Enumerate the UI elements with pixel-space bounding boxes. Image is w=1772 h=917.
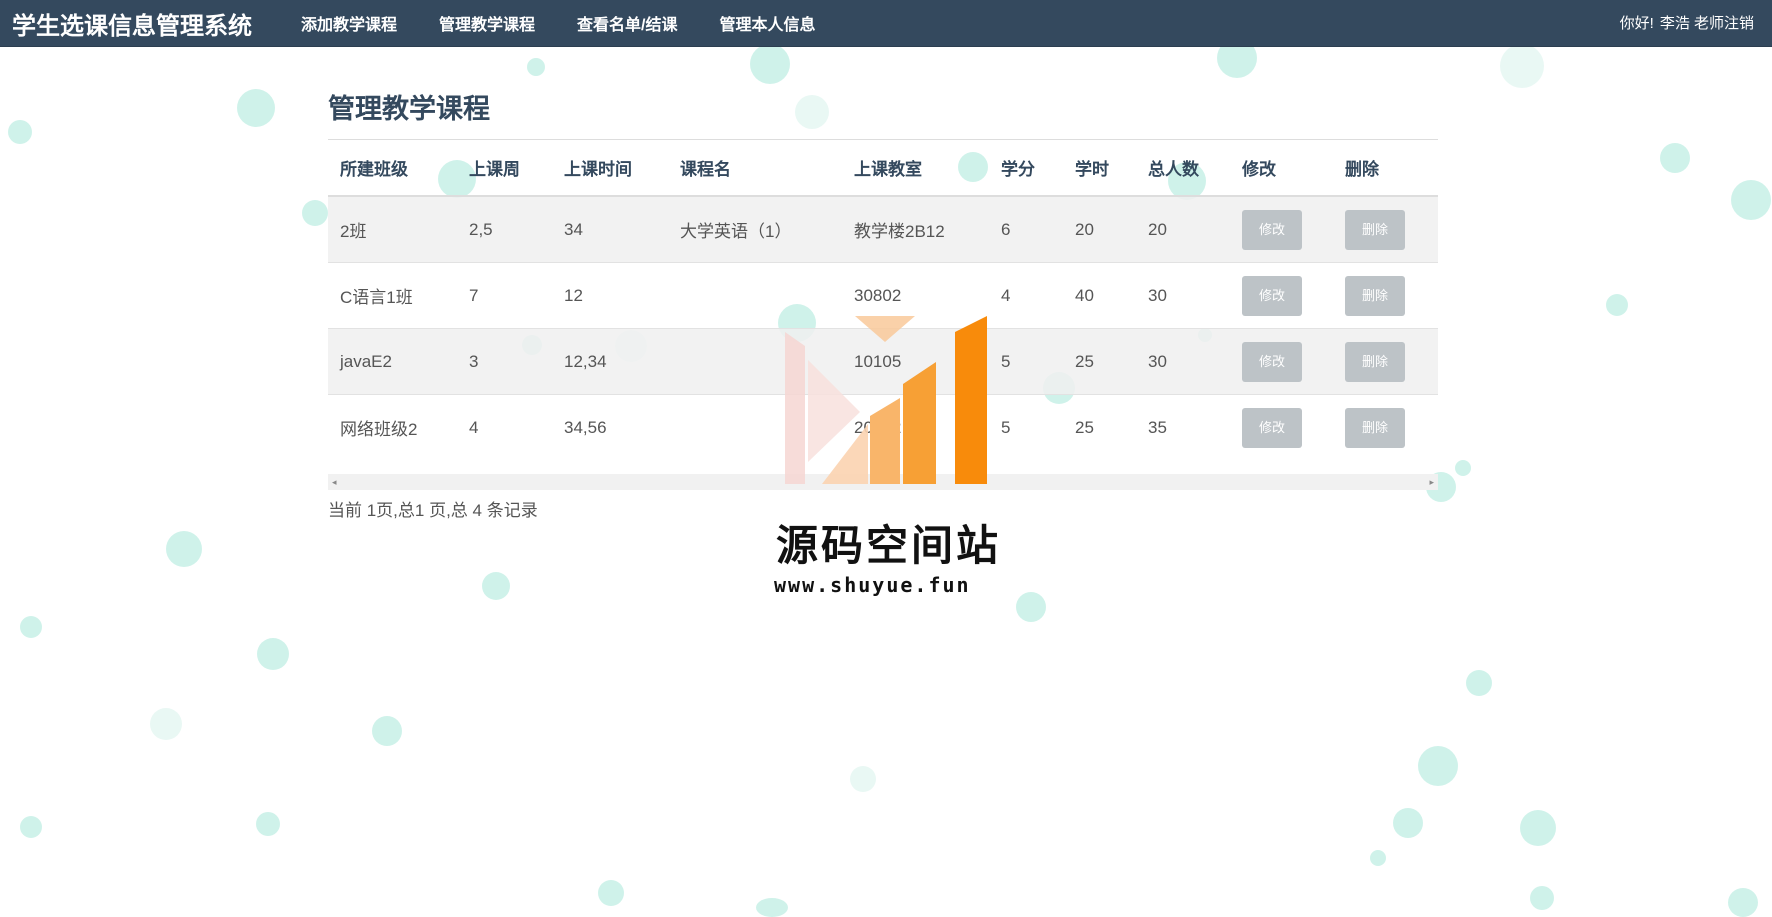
greeting-text: 你好!	[1619, 15, 1654, 32]
page-title: 管理教学课程	[328, 94, 490, 124]
cell-edit: 修改	[1230, 394, 1333, 460]
cell-week: 3	[457, 328, 552, 395]
watermark-url: www.shuyue.fun	[774, 573, 971, 597]
cell-week: 2,5	[457, 195, 552, 263]
cell-week: 7	[457, 262, 552, 329]
bubble	[237, 89, 275, 127]
bubble	[1731, 180, 1771, 220]
bubble	[166, 531, 202, 567]
top-navbar: 学生选课信息管理系统 添加教学课程 管理教学课程 查看名单/结课 管理本人信息 …	[0, 0, 1772, 47]
col-total: 总人数	[1136, 140, 1230, 197]
col-week: 上课周	[457, 140, 552, 197]
cell-delete: 删除	[1333, 195, 1438, 263]
nav-manage-profile[interactable]: 管理本人信息	[719, 11, 815, 35]
col-course-name: 课程名	[668, 140, 842, 197]
bubble	[1530, 886, 1554, 910]
delete-button[interactable]: 删除	[1345, 407, 1405, 448]
delete-button[interactable]: 删除	[1345, 341, 1405, 382]
cell-class: 2班	[328, 195, 457, 263]
cell-hours: 25	[1063, 394, 1136, 460]
scroll-left-icon[interactable]: ◂	[332, 474, 337, 490]
bubble	[1016, 592, 1046, 622]
cell-edit: 修改	[1230, 328, 1333, 395]
col-class: 所建班级	[328, 140, 457, 197]
cell-delete: 删除	[1333, 328, 1438, 395]
bubble	[150, 708, 182, 740]
table-header-row: 所建班级 上课周 上课时间 课程名 上课教室 学分 学时 总人数 修改 删除	[328, 140, 1438, 197]
cell-total: 30	[1136, 262, 1230, 329]
bubble	[1370, 850, 1386, 866]
bubble	[1728, 888, 1758, 917]
cell-hours: 40	[1063, 262, 1136, 329]
cell-delete: 删除	[1333, 262, 1438, 329]
delete-button[interactable]: 删除	[1345, 209, 1405, 250]
bubble	[1606, 294, 1628, 316]
bubble	[527, 58, 545, 76]
bubble	[372, 716, 402, 746]
scroll-right-icon[interactable]: ▸	[1429, 474, 1434, 490]
cell-edit: 修改	[1230, 195, 1333, 263]
bubble	[1500, 44, 1544, 88]
user-name: 李浩 老师	[1659, 15, 1724, 32]
nav-add-course[interactable]: 添加教学课程	[301, 11, 397, 35]
cell-total: 35	[1136, 394, 1230, 460]
cell-edit: 修改	[1230, 262, 1333, 329]
cell-credit: 6	[989, 195, 1063, 263]
col-edit: 修改	[1230, 140, 1333, 197]
bubble	[20, 816, 42, 838]
watermark-logo-icon	[785, 316, 987, 484]
col-hours: 学时	[1063, 140, 1136, 197]
cell-delete: 删除	[1333, 394, 1438, 460]
cell-week: 4	[457, 394, 552, 460]
edit-button[interactable]: 修改	[1242, 407, 1302, 448]
edit-button[interactable]: 修改	[1242, 275, 1302, 316]
cell-hours: 20	[1063, 195, 1136, 263]
edit-button[interactable]: 修改	[1242, 209, 1302, 250]
bubble	[257, 638, 289, 670]
cell-class: 网络班级2	[328, 394, 457, 460]
bubble	[302, 200, 328, 226]
bubble	[750, 44, 790, 84]
bubble	[482, 572, 510, 600]
nav-manage-course[interactable]: 管理教学课程	[439, 11, 535, 35]
bubble	[1660, 143, 1690, 173]
watermark-name: 源码空间站	[776, 522, 1002, 569]
bubble	[1455, 460, 1471, 476]
cell-room: 教学楼2B12	[842, 195, 989, 263]
bubble	[1520, 810, 1556, 846]
cell-hours: 25	[1063, 328, 1136, 395]
bubble	[850, 766, 876, 792]
cell-course-name: 大学英语（1）	[668, 195, 842, 263]
cell-class: javaE2	[328, 328, 457, 395]
watermark: 源码空间站 www.shuyue.fun	[770, 312, 1010, 602]
table-row: 2班 2,5 34 大学英语（1） 教学楼2B12 6 20 20 修改 删除	[328, 195, 1438, 263]
cell-class: C语言1班	[328, 262, 457, 329]
cell-total: 30	[1136, 328, 1230, 395]
cell-time: 12	[552, 262, 668, 329]
bubble	[1466, 670, 1492, 696]
cell-time: 34,56	[552, 394, 668, 460]
bubble	[598, 880, 624, 906]
col-time: 上课时间	[552, 140, 668, 197]
user-area: 你好! 李浩 老师注销	[1614, 12, 1754, 33]
edit-button[interactable]: 修改	[1242, 341, 1302, 382]
bubble	[256, 812, 280, 836]
bubble	[756, 898, 788, 917]
col-credit: 学分	[989, 140, 1063, 197]
col-room: 上课教室	[842, 140, 989, 197]
bubble	[1393, 808, 1423, 838]
bubble	[1418, 746, 1458, 786]
nav-view-roster[interactable]: 查看名单/结课	[577, 11, 677, 35]
col-delete: 删除	[1333, 140, 1438, 197]
cell-time: 12,34	[552, 328, 668, 395]
bubble	[8, 120, 32, 144]
cell-total: 20	[1136, 195, 1230, 263]
cell-time: 34	[552, 195, 668, 263]
bubble	[20, 616, 42, 638]
logout-link[interactable]: 注销	[1724, 15, 1754, 32]
delete-button[interactable]: 删除	[1345, 275, 1405, 316]
app-brand[interactable]: 学生选课信息管理系统	[12, 6, 252, 41]
